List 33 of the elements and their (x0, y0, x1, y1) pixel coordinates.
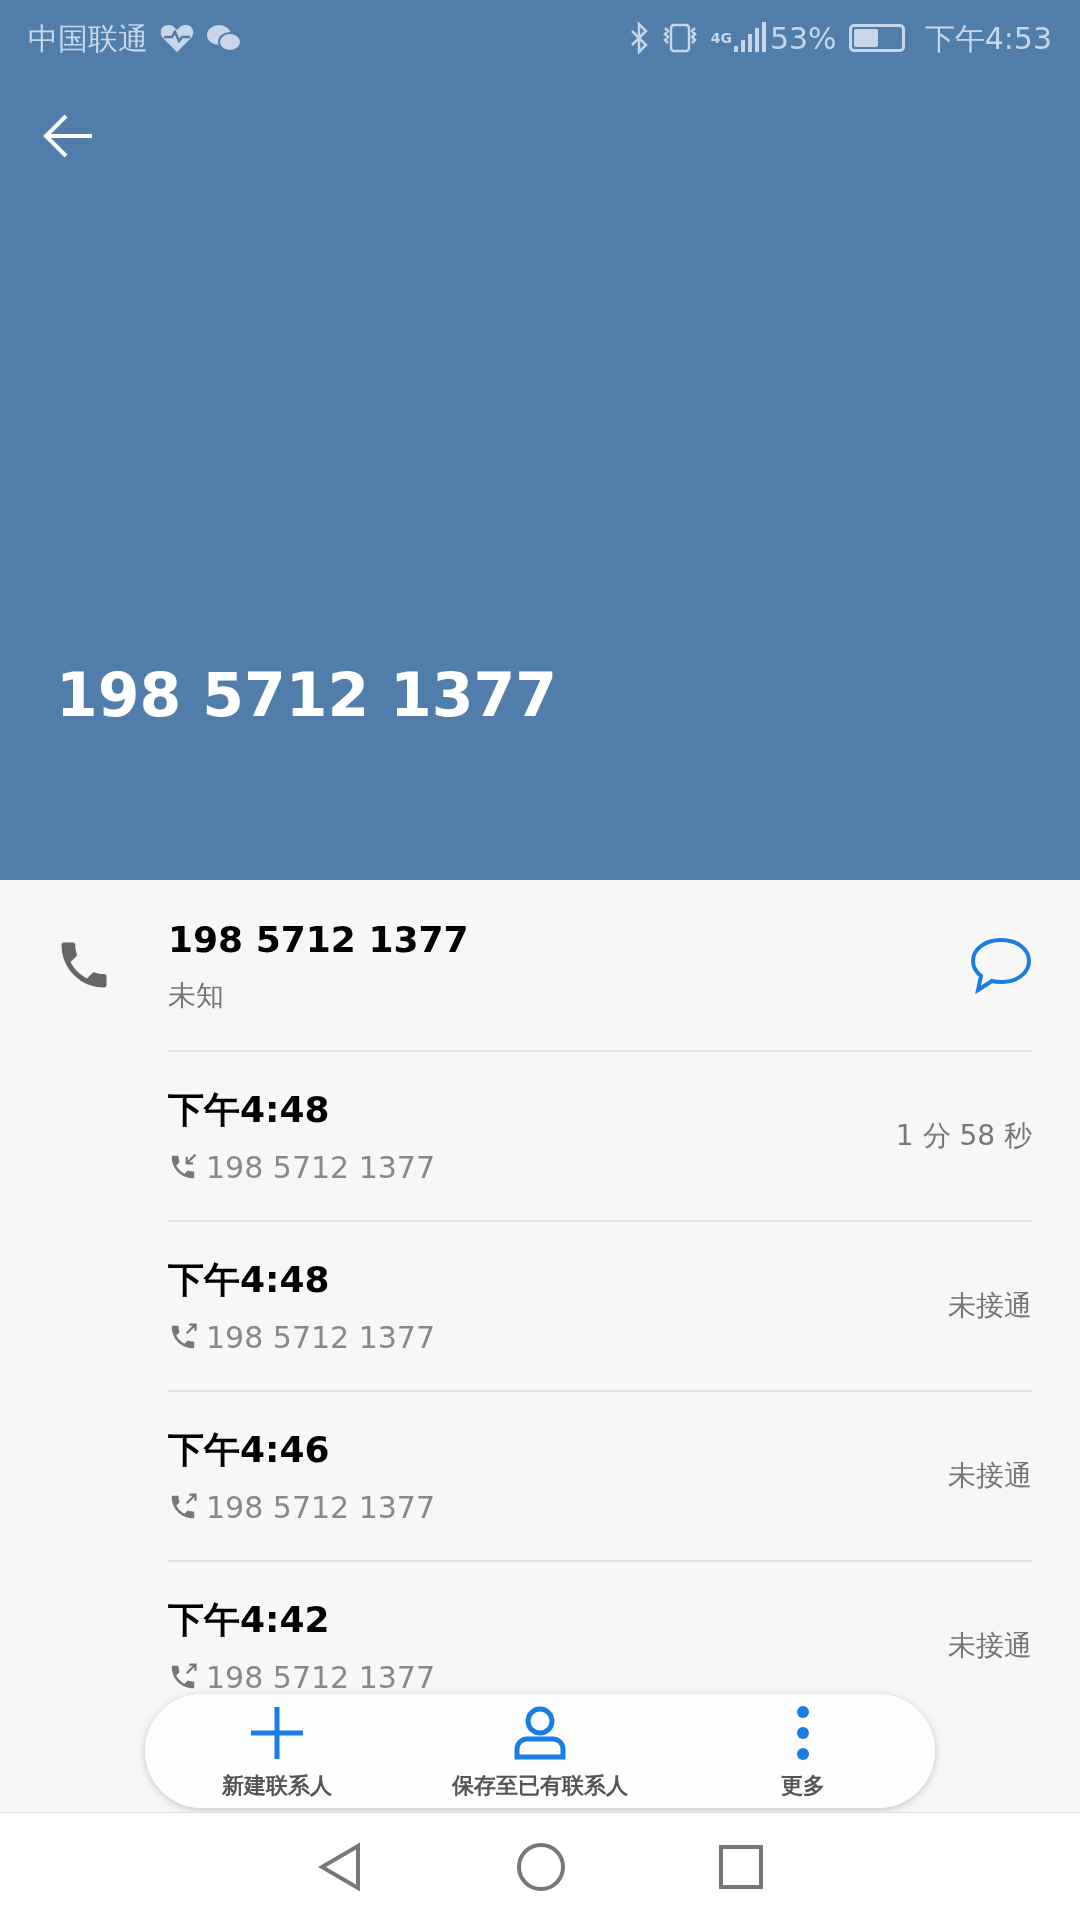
toolbar-button[interactable]: 新建联系人 (145, 1700, 409, 1802)
contact-location: 未知 (168, 978, 225, 1014)
contact-number: 198 5712 1377 (168, 918, 470, 962)
chat-bubbles-icon (206, 23, 242, 53)
call-number: 198 5712 1377 (206, 1148, 436, 1187)
message-icon[interactable] (970, 936, 1032, 994)
toolbar-button[interactable]: 更多 (671, 1700, 935, 1802)
carrier-name: 中国联通 (28, 19, 148, 58)
header-number: 198 5712 1377 (55, 659, 558, 732)
network-type: 4G (710, 31, 732, 45)
call-time: 下午4:48 (168, 1087, 331, 1132)
more-icon (796, 1704, 811, 1761)
call-time: 下午4:48 (168, 1257, 331, 1302)
call-time: 下午4:42 (168, 1597, 331, 1642)
call-number: 198 5712 1377 (206, 1488, 436, 1527)
battery-percent: 53% (769, 19, 837, 58)
battery-icon (848, 24, 905, 52)
call-number: 198 5712 1377 (206, 1318, 436, 1357)
call-time: 下午4:46 (168, 1427, 331, 1472)
clock: 下午4:53 (924, 19, 1052, 58)
heart-rate-icon (160, 23, 194, 53)
call-duration: 1 分 58 秒 (895, 1118, 1032, 1154)
person-icon (512, 1704, 568, 1761)
call-status: 未接通 (948, 1628, 1032, 1664)
call-number: 198 5712 1377 (206, 1658, 436, 1697)
bluetooth-icon (628, 22, 649, 54)
call-status: 未接通 (948, 1458, 1032, 1494)
plus-icon (248, 1704, 305, 1761)
toolbar-button[interactable]: 保存至已有联系人 (408, 1700, 672, 1802)
signal-icon (731, 22, 766, 54)
home-nav-icon[interactable] (516, 1841, 566, 1892)
call-status: 未接通 (948, 1288, 1032, 1324)
recents-nav-icon[interactable] (718, 1843, 764, 1890)
